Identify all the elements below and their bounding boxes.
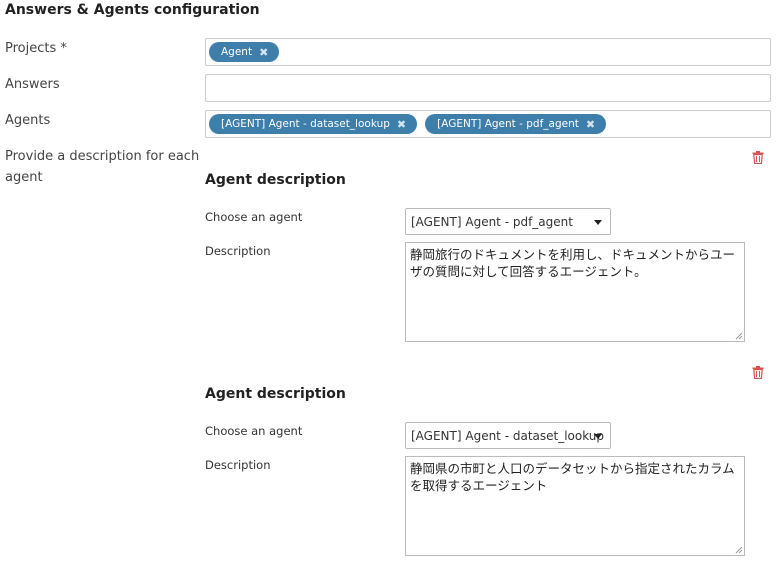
agent-tag-label: [AGENT] Agent - pdf_agent [437,118,579,130]
resize-grip-icon[interactable] [735,332,743,340]
description-label: Description [205,244,271,258]
answers-label: Answers [5,77,60,92]
projects-input[interactable]: Agent ✖ [205,38,771,66]
description-text: 静岡旅行のドキュメントを利用し、ドキュメントからユーザの質問に対して回答するエー… [410,247,736,279]
agent-description-title: Agent description [205,172,346,188]
resize-grip-icon[interactable] [735,546,743,554]
description-textarea[interactable]: 静岡県の市町と人口のデータセットから指定されたカラムを取得するエージェント [405,456,745,556]
agent-description-title: Agent description [205,386,346,402]
agent-select[interactable]: [AGENT] Agent - pdf_agent [405,208,611,235]
agents-input[interactable]: [AGENT] Agent - dataset_lookup ✖ [AGENT]… [205,110,771,138]
project-tag-label: Agent [221,46,253,58]
trash-icon[interactable] [752,151,764,164]
caret-down-icon [594,220,602,225]
agents-label: Agents [5,113,51,128]
agent-select-value: [AGENT] Agent - dataset_lookup [411,428,605,443]
remove-tag-icon[interactable]: ✖ [586,118,595,131]
section-title: Answers & Agents configuration [5,2,260,18]
agent-tag-label: [AGENT] Agent - dataset_lookup [221,118,390,130]
description-label: Description [205,458,271,472]
agent-select[interactable]: [AGENT] Agent - dataset_lookup [405,422,611,449]
agent-tag: [AGENT] Agent - pdf_agent ✖ [425,114,607,134]
agent-tag: [AGENT] Agent - dataset_lookup ✖ [209,114,418,134]
projects-label: Projects * [5,41,67,56]
choose-agent-label: Choose an agent [205,424,303,438]
caret-down-icon [594,434,602,439]
remove-tag-icon[interactable]: ✖ [397,118,406,131]
description-prompt-line2: agent [5,170,43,185]
description-prompt-line1: Provide a description for each [5,149,200,164]
answers-input[interactable] [205,74,771,102]
remove-tag-icon[interactable]: ✖ [259,46,268,59]
agent-select-value: [AGENT] Agent - pdf_agent [411,214,573,229]
description-textarea[interactable]: 静岡旅行のドキュメントを利用し、ドキュメントからユーザの質問に対して回答するエー… [405,242,745,342]
description-prompt: Provide a description for each agent [5,146,199,188]
project-tag: Agent ✖ [209,42,280,62]
description-text: 静岡県の市町と人口のデータセットから指定されたカラムを取得するエージェント [410,461,735,493]
choose-agent-label: Choose an agent [205,210,303,224]
trash-icon[interactable] [752,366,764,379]
